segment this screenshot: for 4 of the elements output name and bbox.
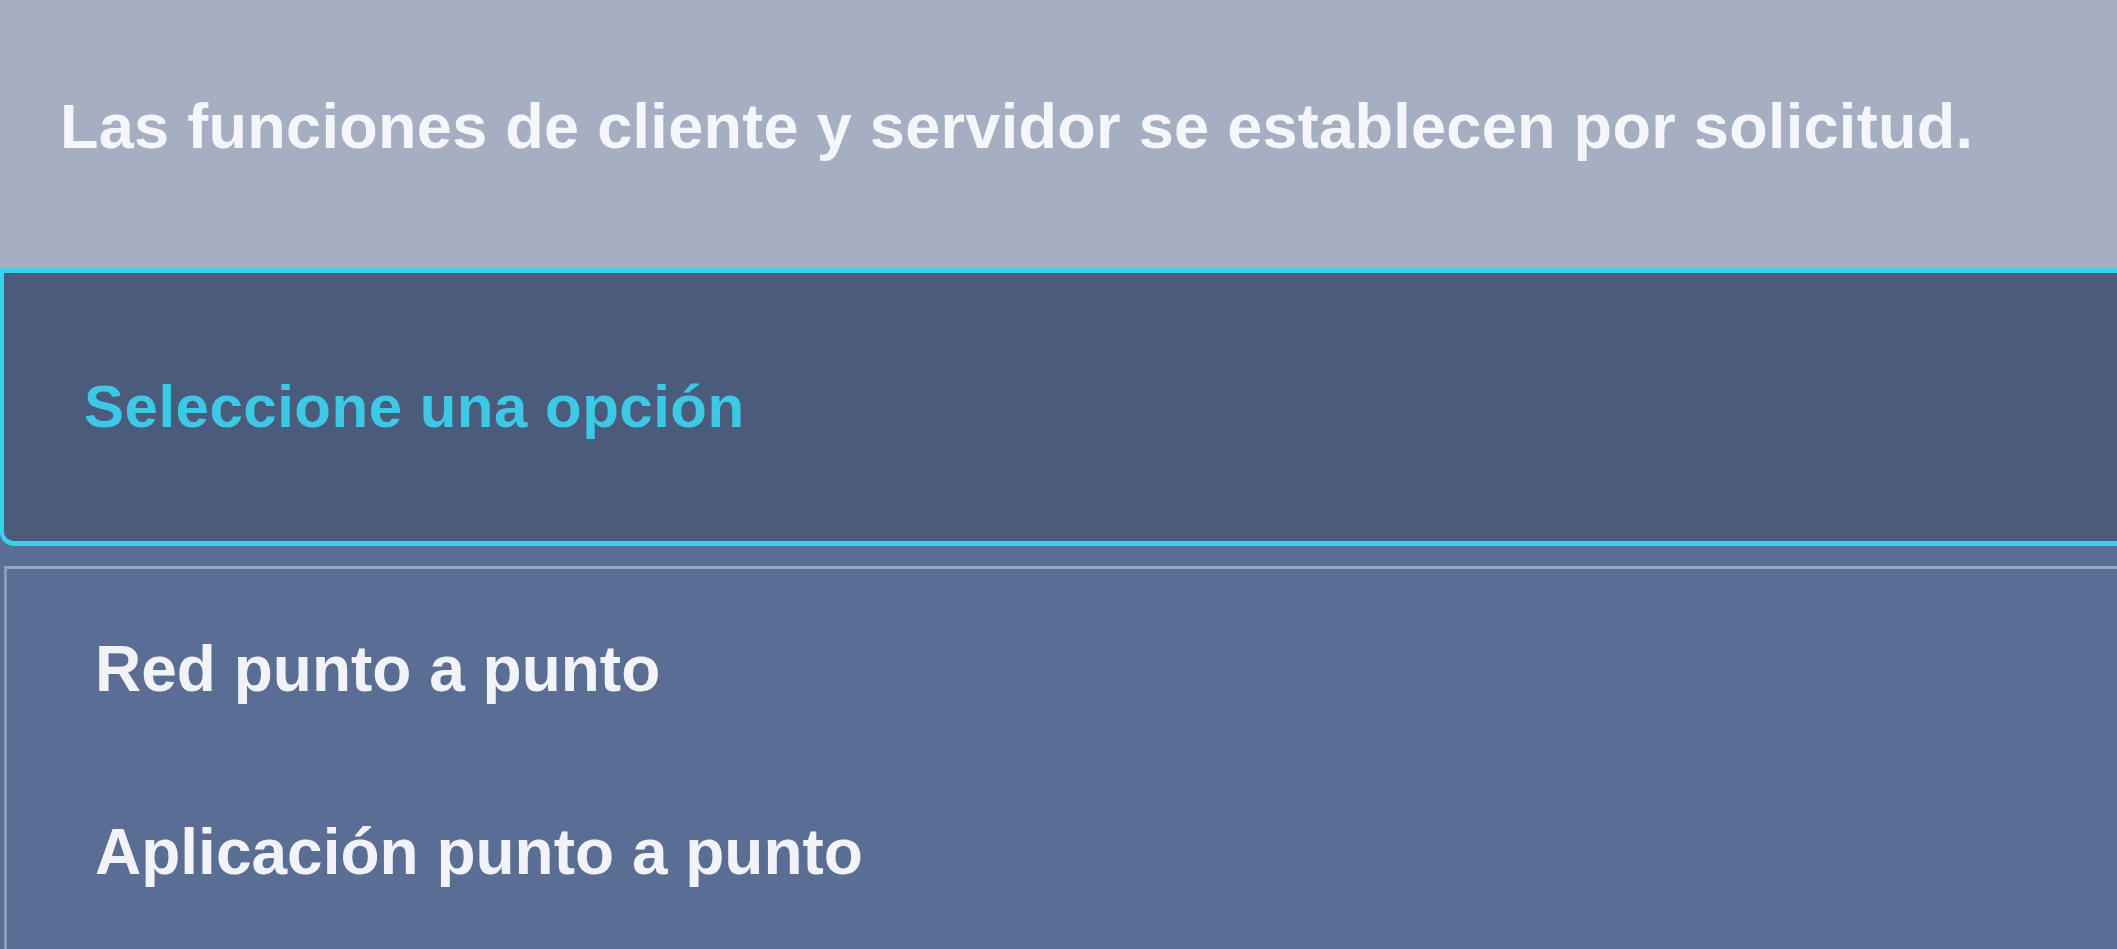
dropdown-field[interactable]: Seleccione una opción <box>0 268 2117 546</box>
dropdown-option[interactable]: Aplicación punto a punto <box>7 760 2117 943</box>
dropdown-option[interactable]: Red punto a punto <box>7 577 2117 760</box>
question-text: Las funciones de cliente y servidor se establecen por solicitud. <box>60 90 1974 163</box>
